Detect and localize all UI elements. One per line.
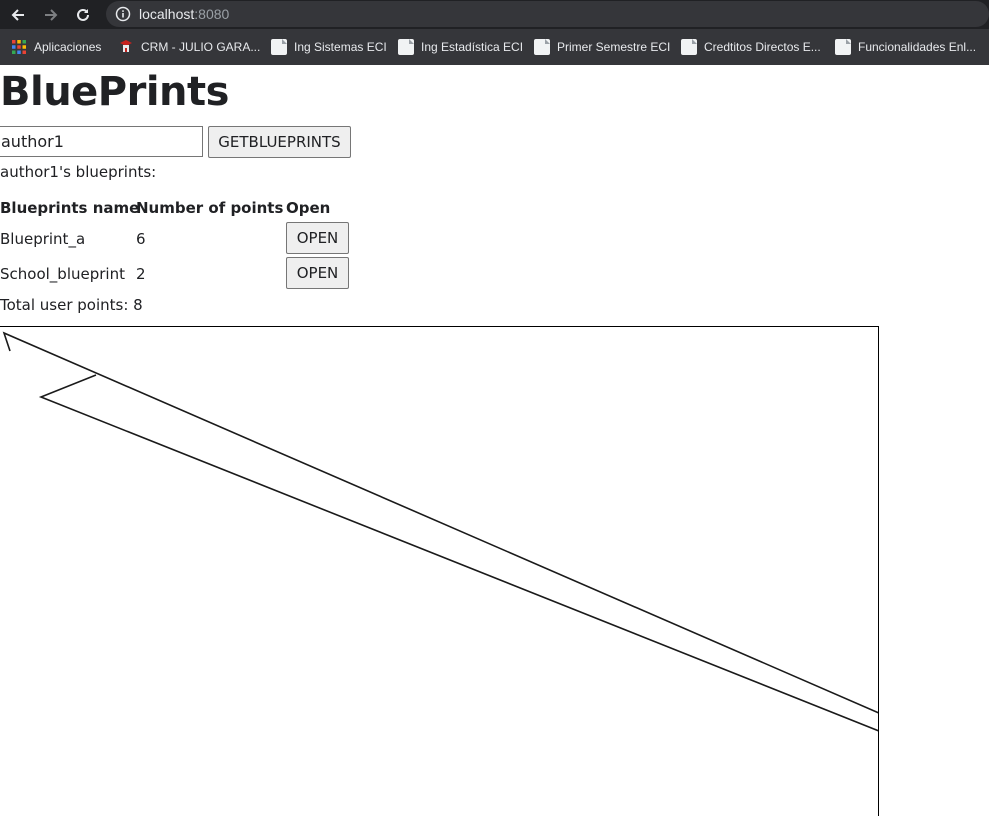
page-icon (271, 39, 287, 55)
crm-icon (120, 40, 132, 52)
back-arrow-icon (11, 9, 24, 21)
open-button-row-2[interactable]: OPEN (286, 257, 349, 289)
url-port: :8080 (194, 6, 230, 22)
bookmark-funcionalidades[interactable]: Funcionalidades Enl... (835, 29, 976, 65)
bookmark-label: Credtitos Directos E... (704, 40, 821, 54)
column-header-open: Open (286, 199, 331, 217)
page-icon (398, 39, 414, 55)
author-blueprints-label: author1's blueprints: (0, 163, 157, 181)
bookmark-creditos[interactable]: Credtitos Directos E... (681, 29, 821, 65)
bookmark-label: Primer Semestre ECI (557, 40, 671, 54)
page-title: BluePrints (0, 69, 229, 115)
bookmark-label: Aplicaciones (34, 40, 102, 54)
page-content: BluePrints GETBLUEPRINTS author1's bluep… (0, 65, 989, 816)
open-button-row-1[interactable]: OPEN (286, 222, 349, 254)
blueprint-canvas[interactable] (0, 326, 879, 816)
bookmark-apps[interactable]: Aplicaciones (11, 29, 101, 65)
blueprint-drawing (2, 331, 878, 732)
bookmark-ing-estadistica[interactable]: Ing Estadística ECI (398, 29, 523, 65)
apps-grid-icon (12, 40, 26, 54)
page-icon (681, 39, 697, 55)
row-2-name: School_blueprint (0, 265, 125, 283)
bookmark-ing-sistemas[interactable]: Ing Sistemas ECI (271, 29, 387, 65)
back-button[interactable] (7, 4, 29, 26)
blueprint-polyline (2, 331, 878, 714)
bookmark-label: Funcionalidades Enl... (858, 40, 977, 54)
address-bar[interactable]: localhost:8080 (106, 1, 989, 27)
bookmarks-bar: Aplicaciones CRM - JULIO GARA... Ing Sis… (0, 29, 989, 65)
row-2-points: 2 (136, 265, 146, 283)
page-icon (534, 39, 550, 55)
bookmark-label: CRM - JULIO GARA... (141, 40, 261, 54)
get-blueprints-button[interactable]: GETBLUEPRINTS (208, 126, 351, 158)
bookmark-label: Ing Sistemas ECI (294, 40, 387, 54)
bookmark-crm[interactable]: CRM - JULIO GARA... (118, 29, 260, 65)
row-1-points: 6 (136, 230, 146, 248)
reload-icon (77, 8, 89, 21)
row-1-name: Blueprint_a (0, 230, 86, 248)
info-icon (115, 6, 131, 22)
page-icon (835, 39, 851, 55)
total-user-points: Total user points: 8 (0, 296, 143, 314)
author-input[interactable] (0, 126, 203, 157)
column-header-name: Blueprints name (0, 199, 140, 217)
column-header-points: Number of points (136, 199, 284, 217)
bookmark-primer-semestre[interactable]: Primer Semestre ECI (534, 29, 670, 65)
forward-arrow-icon (45, 9, 58, 21)
reload-button[interactable] (72, 4, 94, 26)
forward-button[interactable] (40, 4, 62, 26)
browser-toolbar: localhost:8080 (0, 0, 989, 29)
blueprint-polyline (38, 374, 878, 732)
url-text: localhost:8080 (139, 5, 229, 23)
url-host: localhost (139, 6, 195, 22)
bookmark-label: Ing Estadística ECI (421, 40, 524, 54)
